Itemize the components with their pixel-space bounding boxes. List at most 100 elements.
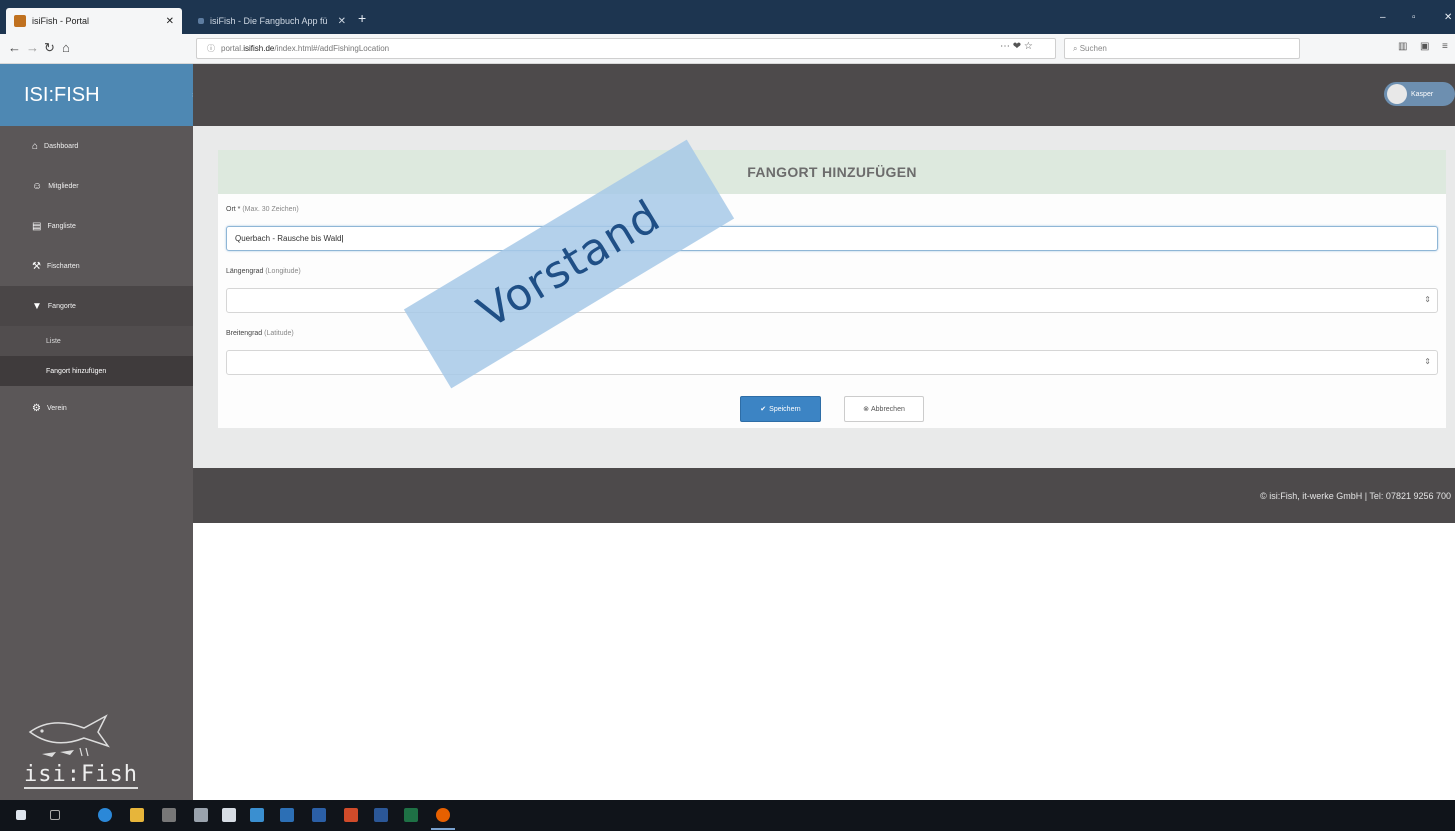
browser-tab-bar: isiFish - Portal ✕ isiFish - Die Fangbuc… xyxy=(0,0,1455,34)
edge-icon[interactable] xyxy=(98,808,112,822)
fish-icon: ⚒ xyxy=(32,260,41,272)
map-marker-icon: ▼ xyxy=(32,300,42,312)
sidebar-item-fangorte[interactable]: ▼ Fangorte xyxy=(0,286,193,326)
info-icon[interactable]: ⓘ xyxy=(207,43,215,54)
longitude-hint: (Longitude) xyxy=(265,268,301,275)
browser-nav-bar: ← → ↻ ⌂ ⓘ portal. isifish.de/index.html#/… xyxy=(0,34,1455,64)
sidebar-subitem-label: Fangort hinzufügen xyxy=(46,367,107,375)
longitude-label-text: Längengrad xyxy=(226,268,264,275)
ort-input[interactable]: Querbach - Rausche bis Wald| xyxy=(226,226,1438,251)
list-icon: ▤ xyxy=(32,220,42,232)
latitude-label-text: Breitengrad xyxy=(226,330,263,337)
word-icon[interactable] xyxy=(374,808,388,822)
sidebar-item-dashboard[interactable]: ⌂ Dashboard xyxy=(0,126,193,166)
page-actions-icon[interactable]: ⋯ ❤ ☆ xyxy=(1000,41,1033,52)
sidebar-item-verein[interactable]: ⚙ Verein xyxy=(0,388,193,428)
isifish-logo: isi:Fish xyxy=(22,710,138,790)
page-footer: © isi:Fish, it-werke GmbH | Tel: 07821 9… xyxy=(193,468,1455,523)
app-icon[interactable] xyxy=(312,808,326,822)
sidebar-item-fangliste[interactable]: ▤ Fangliste xyxy=(0,206,193,246)
latitude-input[interactable]: ⇕ xyxy=(226,350,1438,375)
browser-tab-app[interactable]: isiFish - Die Fangbuch App fü ✕ xyxy=(190,8,354,34)
close-window-icon[interactable]: ✕ xyxy=(1444,12,1452,23)
longitude-label: Längengrad (Longitude) xyxy=(226,268,301,275)
excel-icon[interactable] xyxy=(404,808,418,822)
footer-text: © isi:Fish, it-werke GmbH | Tel: 07821 9… xyxy=(1260,491,1451,501)
powerpoint-icon[interactable] xyxy=(344,808,358,822)
sidebar-item-label: Fangliste xyxy=(47,222,76,230)
tab-title: isiFish - Portal xyxy=(32,16,90,26)
user-name: Kasper xyxy=(1411,90,1434,98)
app-icon[interactable] xyxy=(280,808,294,822)
start-icon[interactable] xyxy=(16,810,26,820)
sidebar-item-label: Fangorte xyxy=(47,302,76,310)
sidebar-item-label: Fischarten xyxy=(46,262,80,270)
sidebar-item-label: Verein xyxy=(46,404,67,412)
user-menu[interactable]: Kasper xyxy=(1384,82,1455,106)
empty-area xyxy=(193,523,1455,800)
logo-text: isi:Fish xyxy=(24,762,138,789)
spinner-icon[interactable]: ⇕ xyxy=(1424,357,1431,366)
close-icon[interactable]: ✕ xyxy=(338,16,346,27)
cancel-button[interactable]: ⊗ Abbrechen xyxy=(844,396,924,422)
url-domain: isifish.de xyxy=(243,44,275,53)
app-icon[interactable] xyxy=(162,808,176,822)
people-icon[interactable] xyxy=(250,808,264,822)
home-icon[interactable]: ⌂ xyxy=(62,40,70,55)
search-placeholder: Suchen xyxy=(1079,44,1107,53)
new-tab-icon[interactable]: + xyxy=(358,10,366,26)
back-icon[interactable]: ← xyxy=(8,40,21,55)
sidebar-subitem-fangort-hinzufuegen[interactable]: Fangort hinzufügen xyxy=(0,356,193,386)
home-icon: ⌂ xyxy=(32,140,39,152)
url-path: /index.html#/addFishingLocation xyxy=(274,44,390,53)
maximize-icon[interactable]: ▫ xyxy=(1412,12,1416,23)
search-input[interactable]: ⌕ Suchen xyxy=(1064,38,1300,59)
save-button[interactable]: ✔ Speichern xyxy=(740,396,821,422)
ort-label-text: Ort * xyxy=(226,206,241,213)
task-view-icon[interactable] xyxy=(50,810,60,820)
reload-icon[interactable]: ↻ xyxy=(44,40,55,56)
cancel-button-label: Abbrechen xyxy=(871,405,905,413)
brand-logo[interactable]: ISI:FISH xyxy=(0,64,193,126)
url-bar[interactable]: ⓘ portal. isifish.de/index.html#/addFishi… xyxy=(196,38,1056,59)
file-explorer-icon[interactable] xyxy=(130,808,144,822)
hamburger-menu-icon[interactable]: ≡ xyxy=(1442,41,1448,52)
ort-value: Querbach - Rausche bis Wald xyxy=(235,234,342,243)
sidebar-toggle-icon[interactable]: ▣ xyxy=(1420,41,1429,52)
cancel-icon: ⊗ xyxy=(863,406,869,413)
spinner-icon[interactable]: ⇕ xyxy=(1424,295,1431,304)
save-icon: ✔ xyxy=(760,406,767,413)
close-icon[interactable]: ✕ xyxy=(166,16,174,27)
latitude-hint: (Latitude) xyxy=(264,330,294,337)
url-prefix: portal. xyxy=(221,44,244,53)
minimize-icon[interactable]: – xyxy=(1380,12,1386,23)
settings-icon: ⚙ xyxy=(32,402,41,414)
fish-favicon-icon xyxy=(14,15,26,27)
sidebar-subitem-label: Liste xyxy=(46,337,61,345)
sidebar-item-mitglieder[interactable]: ☺ Mitglieder xyxy=(0,166,193,206)
tab-title: isiFish - Die Fangbuch App fü xyxy=(210,16,328,26)
users-icon: ☺ xyxy=(32,180,43,192)
save-button-label: Speichern xyxy=(769,405,801,413)
fish-logo-icon xyxy=(28,714,110,757)
sidebar-subitem-liste[interactable]: Liste xyxy=(0,326,193,356)
app-top-bar xyxy=(193,64,1455,126)
avatar xyxy=(1387,84,1407,104)
sidebar-item-label: Dashboard xyxy=(44,142,79,150)
sidebar-item-fischarten[interactable]: ⚒ Fischarten xyxy=(0,246,193,286)
ort-hint: (Max. 30 Zeichen) xyxy=(242,206,299,213)
store-icon[interactable] xyxy=(222,808,236,822)
library-icon[interactable]: ▥ xyxy=(1398,41,1407,52)
latitude-label: Breitengrad (Latitude) xyxy=(226,330,294,337)
page-title: FANGORT HINZUFÜGEN xyxy=(218,150,1446,194)
forward-icon[interactable]: → xyxy=(26,40,39,55)
os-taskbar xyxy=(0,800,1455,831)
browser-tab-portal[interactable]: isiFish - Portal ✕ xyxy=(6,8,182,34)
firefox-icon[interactable] xyxy=(436,808,450,822)
sidebar-item-label: Mitglieder xyxy=(48,182,79,190)
search-icon: ⌕ xyxy=(1073,44,1080,53)
active-app-indicator xyxy=(431,828,455,830)
notes-icon[interactable] xyxy=(194,808,208,822)
ort-label: Ort * (Max. 30 Zeichen) xyxy=(226,206,299,213)
page-favicon-icon xyxy=(198,18,204,24)
